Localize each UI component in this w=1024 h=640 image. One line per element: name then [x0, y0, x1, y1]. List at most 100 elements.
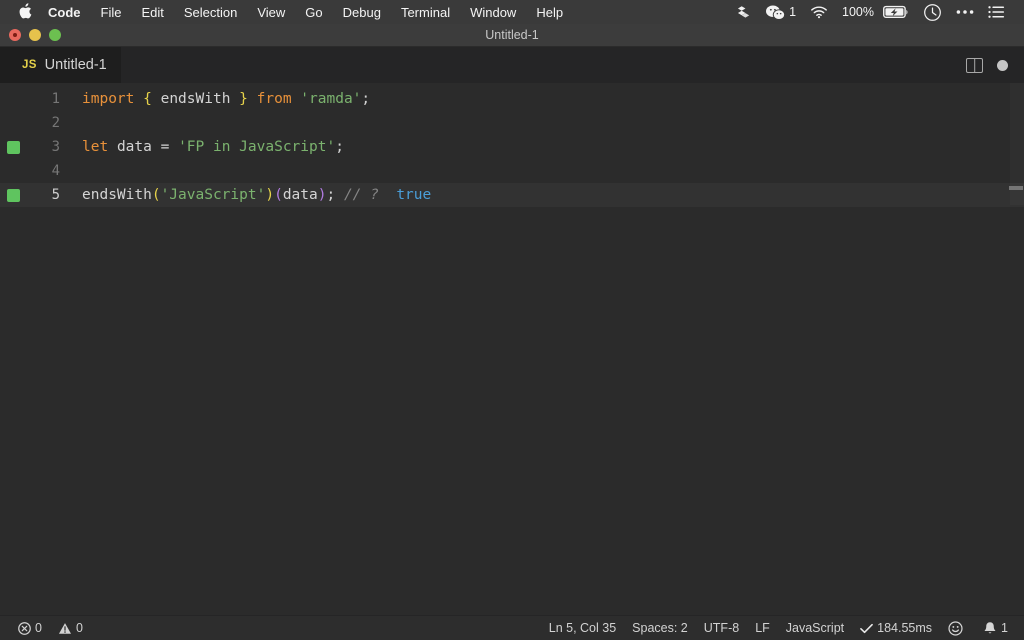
token: 'ramda' — [300, 91, 362, 107]
token: ) — [265, 187, 275, 203]
check-icon — [860, 623, 874, 634]
menu-item-edit[interactable]: Edit — [131, 2, 173, 23]
menu-item-window[interactable]: Window — [460, 2, 526, 23]
clock-icon[interactable] — [916, 3, 949, 22]
window-title-bar: Untitled-1 — [0, 24, 1024, 47]
list-menu-icon[interactable] — [981, 5, 1012, 19]
code-lines: 1 import { endsWith } from 'ramda'; 2 3 let … — [0, 83, 1024, 207]
menu-item-file[interactable]: File — [91, 2, 132, 23]
battery-percent-label[interactable]: 100% — [835, 5, 881, 19]
token: ; — [361, 91, 371, 107]
scrollbar-decoration[interactable] — [1009, 186, 1023, 190]
status-language-mode[interactable]: JavaScript — [778, 621, 852, 635]
code-line-1[interactable]: 1 import { endsWith } from 'ramda'; — [0, 87, 1024, 111]
menu-item-view[interactable]: View — [247, 2, 295, 23]
gutter-decoration-3 — [0, 140, 26, 154]
line-number: 5 — [51, 187, 60, 203]
status-notifications[interactable]: 1 — [975, 621, 1016, 636]
macos-menu-bar: Code File Edit Selection View Go Debug T… — [0, 0, 1024, 24]
token: data — [282, 187, 318, 203]
menu-item-code[interactable]: Code — [42, 2, 91, 23]
screen: Code File Edit Selection View Go Debug T… — [0, 0, 1024, 640]
token: } — [239, 91, 248, 107]
quokka-indicator-icon — [6, 140, 20, 154]
maximize-button[interactable] — [49, 29, 61, 41]
status-bar-right: Ln 5, Col 35 Spaces: 2 UTF-8 LF JavaScri… — [541, 620, 1016, 636]
code-line-5[interactable]: 5 endsWith('JavaScript')(data); // ? true — [0, 183, 1024, 207]
window-title: Untitled-1 — [485, 28, 539, 42]
code-text: endsWith('JavaScript')(data); // ? true — [60, 183, 431, 207]
wechat-badge: 1 — [789, 5, 797, 19]
status-feedback[interactable] — [940, 620, 975, 636]
token: data — [116, 139, 152, 155]
code-editor[interactable]: 1 import { endsWith } from 'ramda'; 2 3 let … — [0, 83, 1024, 615]
editor-actions — [966, 47, 1024, 83]
menu-item-help[interactable]: Help — [526, 2, 573, 23]
ellipsis-icon[interactable] — [949, 9, 981, 15]
close-button[interactable] — [9, 29, 21, 41]
token: ( — [151, 187, 161, 203]
warning-icon — [58, 622, 72, 635]
code-text: let data = 'FP in JavaScript'; — [60, 135, 344, 159]
token: 'JavaScript' — [160, 187, 266, 203]
warning-count: 0 — [75, 621, 83, 635]
vscode-window: Untitled-1 JS Untitled-1 1 import { endsW… — [0, 24, 1024, 640]
line-number: 2 — [51, 115, 60, 131]
token: ( — [274, 187, 283, 203]
token: let — [82, 139, 109, 155]
editor-tab-bar: JS Untitled-1 — [0, 47, 1024, 83]
apple-logo-icon[interactable] — [14, 3, 36, 21]
line-number: 4 — [51, 163, 60, 179]
menu-bar-tray: 1 100% — [730, 3, 1016, 22]
token: from — [256, 91, 292, 107]
error-count: 0 — [35, 621, 42, 635]
token: // ? — [343, 187, 379, 203]
unsaved-dot-icon[interactable] — [997, 59, 1008, 71]
smiley-icon — [948, 620, 963, 636]
menu-item-terminal[interactable]: Terminal — [391, 2, 460, 23]
split-editor-icon[interactable] — [966, 57, 983, 73]
wechat-icon[interactable]: 1 — [759, 5, 803, 20]
status-encoding[interactable]: UTF-8 — [696, 621, 747, 635]
status-indentation[interactable]: Spaces: 2 — [624, 621, 696, 635]
quokka-indicator-icon — [6, 188, 20, 202]
battery-charging-icon[interactable] — [881, 5, 916, 19]
tab-untitled-1[interactable]: JS Untitled-1 — [0, 47, 122, 83]
javascript-file-icon: JS — [22, 59, 37, 71]
menu-item-go[interactable]: Go — [295, 2, 332, 23]
quokka-runtime-label: 184.55ms — [877, 621, 933, 635]
status-eol[interactable]: LF — [747, 621, 778, 635]
status-errors[interactable]: 0 — [10, 616, 50, 640]
menu-bar-items: Code File Edit Selection View Go Debug T… — [14, 2, 573, 23]
menu-item-debug[interactable]: Debug — [333, 2, 391, 23]
dropbox-icon[interactable] — [730, 5, 759, 19]
minimize-button[interactable] — [29, 29, 41, 41]
line-number: 3 — [51, 139, 60, 155]
token: import — [82, 91, 135, 107]
token: endsWith — [160, 91, 231, 107]
menu-item-selection[interactable]: Selection — [174, 2, 247, 23]
token: 'FP in JavaScript' — [178, 139, 336, 155]
code-text: import { endsWith } from 'ramda'; — [60, 87, 370, 111]
bell-icon — [983, 621, 997, 636]
code-line-4[interactable]: 4 — [0, 159, 1024, 183]
tab-label: Untitled-1 — [44, 57, 107, 73]
code-line-2[interactable]: 2 — [0, 111, 1024, 135]
token: true — [396, 187, 432, 203]
status-warnings[interactable]: 0 — [50, 616, 91, 640]
status-cursor-position[interactable]: Ln 5, Col 35 — [541, 621, 624, 635]
status-bar: 0 0 Ln 5, Col 35 Spaces: 2 UTF-8 LF Java… — [0, 615, 1024, 640]
token: ; — [326, 187, 336, 203]
wifi-icon[interactable] — [803, 5, 835, 19]
status-quokka-runtime[interactable]: 184.55ms — [852, 621, 940, 635]
code-line-3[interactable]: 3 let data = 'FP in JavaScript'; — [0, 135, 1024, 159]
token: ; — [335, 139, 344, 155]
